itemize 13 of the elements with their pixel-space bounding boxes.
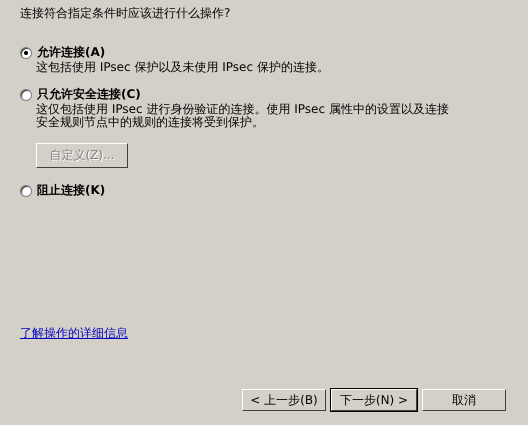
- option-description: 这仅包括使用 IPsec 进行身份验证的连接。使用 IPsec 属性中的设置以及连接安全规则节点中的规则的连接将受到保护。: [36, 103, 450, 129]
- wizard-button[interactable]: < 上一步(B): [242, 389, 326, 411]
- question-text: 连接符合指定条件时应该进行什么操作?: [20, 5, 230, 22]
- radio-button[interactable]: [20, 184, 32, 196]
- option-label[interactable]: 只允许安全连接(C): [37, 86, 141, 103]
- option-label[interactable]: 阻止连接(K): [37, 182, 106, 199]
- radio-button[interactable]: [20, 88, 32, 100]
- help-link[interactable]: 了解操作的详细信息: [20, 325, 128, 342]
- radio-button[interactable]: [20, 46, 32, 58]
- option-description: 这包括使用 IPsec 保护以及未使用 IPsec 保护的连接。: [36, 61, 330, 74]
- option-label[interactable]: 允许连接(A): [37, 44, 106, 61]
- wizard-button[interactable]: 下一步(N) >: [331, 389, 417, 411]
- wizard-button[interactable]: 取消: [422, 389, 506, 411]
